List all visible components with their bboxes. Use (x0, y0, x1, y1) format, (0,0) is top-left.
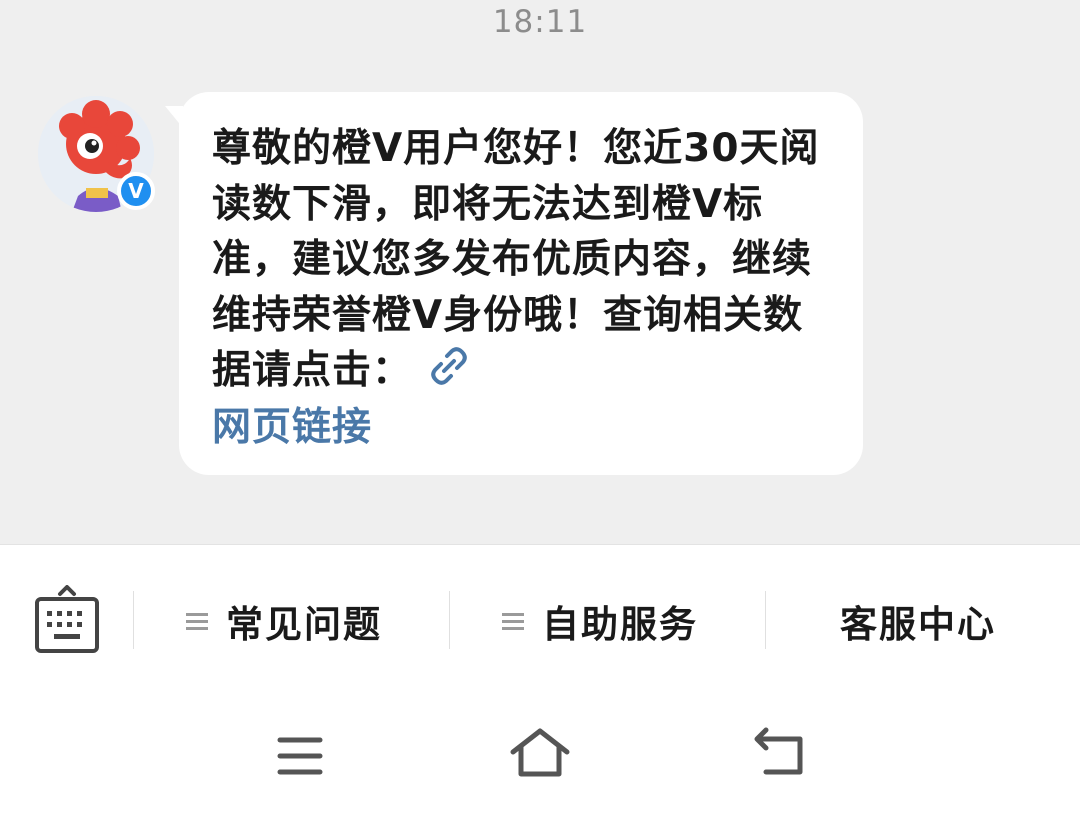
message-text: 尊敬的橙V用户您好！您近30天阅读数下滑，即将无法达到橙V标准，建议您多发布优质… (212, 126, 820, 393)
link-icon[interactable] (430, 345, 468, 401)
menu-self-service-label: 自助服务 (542, 603, 698, 646)
menu-customer-service-label: 客服中心 (840, 603, 996, 646)
list-icon (502, 609, 524, 634)
message-text-block: 尊敬的橙V用户您好！您近30天阅读数下滑，即将无法达到橙V标准，建议您多发布优质… (212, 121, 842, 456)
system-nav-bar (0, 694, 1080, 820)
menu-faq[interactable]: 常见问题 (186, 589, 382, 653)
nav-home-button[interactable] (509, 728, 571, 782)
list-icon (186, 609, 208, 634)
keyboard-icon (35, 585, 99, 653)
bottom-menu: 常见问题 自助服务 客服中心 (0, 544, 1080, 695)
menu-customer-service[interactable]: 客服中心 (840, 589, 996, 653)
web-link[interactable]: 网页链接 (212, 405, 372, 450)
menu-faq-label: 常见问题 (226, 603, 382, 646)
menu-self-service[interactable]: 自助服务 (502, 589, 698, 653)
nav-back-button[interactable] (752, 726, 808, 782)
menu-divider (765, 591, 766, 649)
home-icon (510, 728, 570, 777)
nav-menu-button[interactable] (276, 734, 324, 782)
back-icon (754, 727, 803, 775)
verified-badge-icon: V (117, 172, 155, 210)
menu-divider (133, 591, 134, 649)
message-timestamp: 18:11 (492, 4, 588, 40)
keyboard-button[interactable] (34, 585, 100, 655)
menu-icon (277, 737, 323, 775)
chat-area: 18:11 V 尊敬的橙V用户您好！您近30天阅读数下滑，即将无法达到橙V标准，… (0, 0, 1080, 544)
menu-divider (449, 591, 450, 649)
